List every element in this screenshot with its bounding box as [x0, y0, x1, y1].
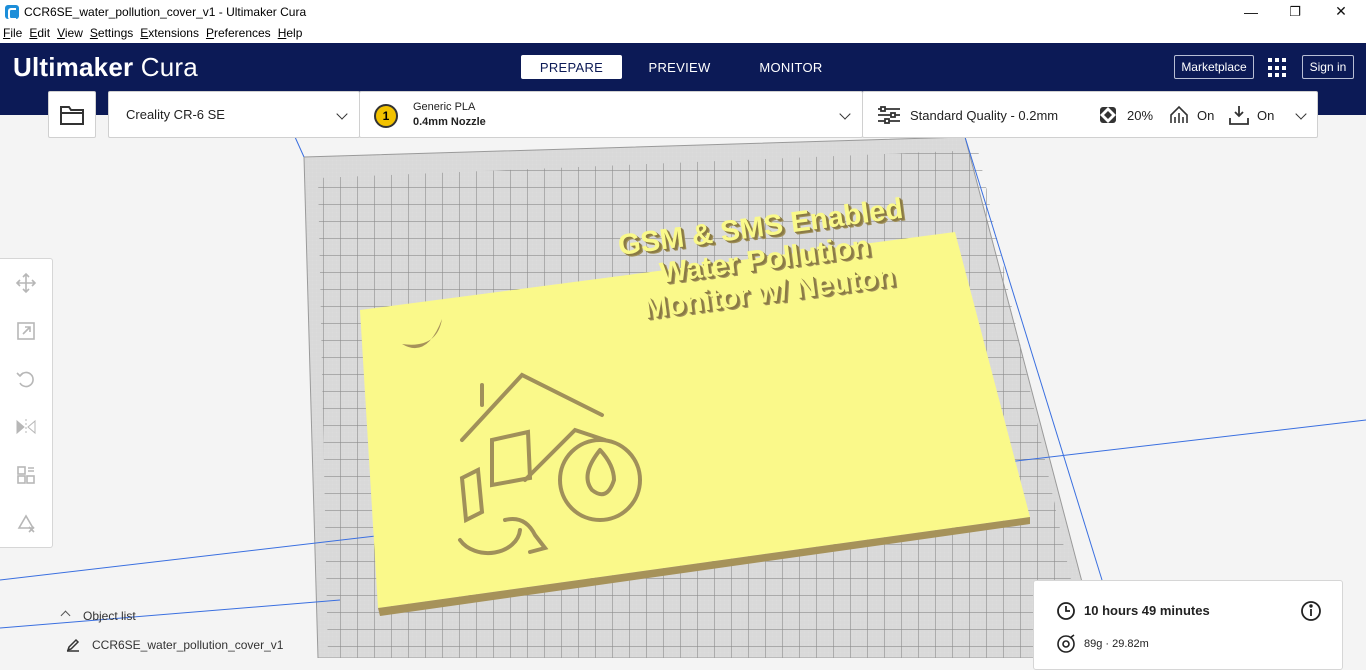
- adhesion-value: On: [1257, 108, 1275, 123]
- window-title-bar: CCR6SE_water_pollution_cover_v1 - Ultima…: [0, 0, 1366, 23]
- open-file-button[interactable]: [48, 91, 96, 138]
- per-model-settings-icon[interactable]: [14, 463, 38, 487]
- window-title: CCR6SE_water_pollution_cover_v1 - Ultima…: [24, 4, 307, 19]
- menu-bar: File Edit View Settings Extensions Prefe…: [0, 23, 1366, 43]
- menu-preferences[interactable]: Preferences: [203, 26, 275, 40]
- 3d-viewport[interactable]: GSM & SMS Enabled Water Pollution Monito…: [0, 115, 1366, 658]
- object-list-label: Object list: [83, 609, 136, 623]
- printer-name: Creality CR-6 SE: [126, 107, 225, 122]
- chevron-down-icon: [1295, 108, 1307, 120]
- filament-spool-icon: [1057, 634, 1075, 653]
- extruder-badge: 1: [374, 104, 398, 128]
- printer-selector[interactable]: Creality CR-6 SE: [108, 91, 360, 138]
- infill-value: 20%: [1127, 108, 1154, 123]
- object-list-toggle[interactable]: Object list: [60, 609, 136, 623]
- chevron-down-icon: [336, 108, 348, 120]
- support-blocker-icon[interactable]: [14, 511, 38, 535]
- rotate-tool-icon[interactable]: [14, 367, 38, 391]
- close-button[interactable]: ✕: [1318, 0, 1364, 23]
- material-usage: 89g · 29.82m: [1084, 638, 1149, 650]
- material-selector[interactable]: 1 Generic PLA 0.4mm Nozzle: [359, 91, 863, 138]
- object-list-item[interactable]: CCR6SE_water_pollution_cover_v1: [66, 638, 283, 652]
- support-value: On: [1197, 108, 1215, 123]
- quality-profile: Standard Quality - 0.2mm: [910, 108, 1059, 123]
- clock-icon: [1057, 602, 1075, 620]
- pencil-icon: [66, 638, 80, 652]
- info-icon[interactable]: [1300, 600, 1322, 622]
- cura-app-icon: [5, 4, 19, 20]
- menu-extensions[interactable]: Extensions: [137, 26, 203, 40]
- material-name: Generic PLA: [413, 101, 476, 113]
- adhesion-icon: [1229, 106, 1249, 125]
- folder-icon: [60, 105, 84, 125]
- nozzle-size: 0.4mm Nozzle: [413, 116, 486, 128]
- tab-monitor[interactable]: MONITOR: [737, 55, 845, 79]
- scale-tool-icon[interactable]: [14, 319, 38, 343]
- minimize-button[interactable]: —: [1228, 0, 1274, 23]
- extruder-number: 1: [382, 109, 390, 123]
- stage-tabs: PREPARE PREVIEW MONITOR: [521, 55, 845, 79]
- ultimaker-cura-logo: Ultimaker Cura: [13, 52, 198, 82]
- restore-button[interactable]: ❐: [1272, 0, 1318, 23]
- tab-preview[interactable]: PREVIEW: [622, 55, 737, 79]
- menu-file[interactable]: File: [0, 26, 26, 40]
- print-summary-panel: 10 hours 49 minutes 89g · 29.82m: [1033, 580, 1343, 670]
- move-tool-icon[interactable]: [14, 271, 38, 295]
- menu-edit[interactable]: Edit: [26, 26, 54, 40]
- infill-icon: [1100, 107, 1116, 123]
- menu-view[interactable]: View: [54, 26, 87, 40]
- print-time: 10 hours 49 minutes: [1084, 603, 1210, 618]
- chevron-down-icon: [839, 108, 851, 120]
- build-plate-scene: [0, 136, 1366, 658]
- object-file-name: CCR6SE_water_pollution_cover_v1: [92, 638, 284, 652]
- sliders-icon: [878, 106, 900, 124]
- chevron-up-icon: [60, 610, 71, 621]
- sign-in-button[interactable]: Sign in: [1302, 55, 1354, 79]
- print-settings-selector[interactable]: Standard Quality - 0.2mm 20% On On: [862, 91, 1318, 138]
- support-icon: [1170, 105, 1188, 123]
- mirror-tool-icon[interactable]: [14, 415, 38, 439]
- tab-prepare[interactable]: PREPARE: [521, 55, 622, 79]
- menu-help[interactable]: Help: [275, 26, 307, 40]
- apps-grid-icon[interactable]: [1268, 58, 1288, 78]
- menu-settings[interactable]: Settings: [87, 26, 137, 40]
- tool-panel: [0, 258, 53, 548]
- marketplace-button[interactable]: Marketplace: [1174, 55, 1254, 79]
